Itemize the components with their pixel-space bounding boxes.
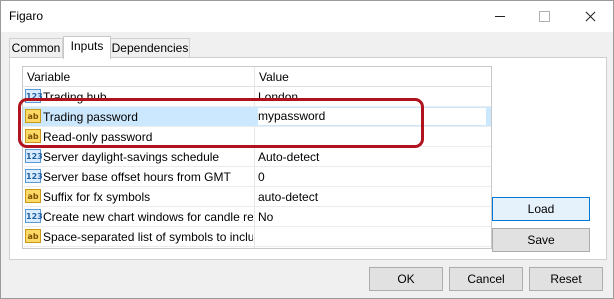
row-name: Server base offset hours from GMT — [43, 170, 231, 184]
table-row[interactable]: ab Suffix for fx symbols auto-detect — [23, 187, 491, 207]
tab-common[interactable]: Common — [9, 38, 63, 58]
cancel-button[interactable]: Cancel — [449, 267, 523, 291]
row-name: Create new chart windows for candle req.… — [43, 210, 253, 224]
row-name: Server daylight-savings schedule — [43, 150, 220, 164]
text-icon: ab — [25, 189, 41, 203]
table-row[interactable]: ab Trading password mypassword — [23, 107, 491, 127]
window-title: Figaro — [9, 9, 44, 23]
tab-dependencies[interactable]: Dependencies — [110, 38, 190, 58]
save-button[interactable]: Save — [492, 228, 590, 252]
reset-button[interactable]: Reset — [529, 267, 603, 291]
row-name: Read-only password — [43, 130, 153, 144]
inputs-panel: Variable Value 123 Trading hub London ab… — [9, 57, 607, 260]
column-header-value[interactable]: Value — [259, 70, 289, 84]
table-row[interactable]: 123 Server daylight-savings schedule Aut… — [23, 147, 491, 167]
table-row[interactable]: 123 Create new chart windows for candle … — [23, 207, 491, 227]
number-icon: 123 — [25, 89, 43, 103]
number-icon: 123 — [25, 149, 43, 163]
table-row[interactable]: 123 Server base offset hours from GMT 0 — [23, 167, 491, 187]
text-icon: ab — [25, 229, 41, 243]
maximize-icon — [522, 1, 567, 31]
number-icon: 123 — [25, 209, 43, 223]
ok-button[interactable]: OK — [369, 267, 443, 291]
dialog-window: Figaro Common Inputs Dependencies Variab… — [0, 0, 614, 299]
text-icon: ab — [25, 109, 41, 123]
row-name: Trading hub — [43, 90, 107, 104]
row-name: Trading password — [43, 110, 138, 124]
row-name: Suffix for fx symbols — [43, 190, 151, 204]
tab-inputs[interactable]: Inputs — [63, 36, 111, 59]
title-bar: Figaro — [1, 1, 613, 32]
inputs-grid: Variable Value 123 Trading hub London ab… — [22, 66, 492, 249]
minimize-icon[interactable] — [478, 1, 523, 31]
row-value[interactable]: auto-detect — [258, 190, 486, 204]
row-value-input[interactable]: mypassword — [258, 108, 486, 125]
column-header-variable[interactable]: Variable — [27, 70, 70, 84]
table-row[interactable]: ab Read-only password — [23, 127, 491, 147]
text-icon: ab — [25, 129, 41, 143]
number-icon: 123 — [25, 169, 43, 183]
table-row[interactable]: ab Space-separated list of symbols to in… — [23, 227, 491, 247]
row-value[interactable]: No — [258, 210, 486, 224]
row-value[interactable]: 0 — [258, 170, 486, 184]
row-name: Space-separated list of symbols to inclu… — [43, 230, 253, 244]
row-value[interactable]: London — [258, 90, 486, 104]
load-button[interactable]: Load — [492, 197, 590, 221]
row-value[interactable]: Auto-detect — [258, 150, 486, 164]
close-icon[interactable] — [567, 1, 612, 31]
table-row[interactable]: 123 Trading hub London — [23, 87, 491, 107]
grid-header: Variable Value — [23, 67, 491, 87]
